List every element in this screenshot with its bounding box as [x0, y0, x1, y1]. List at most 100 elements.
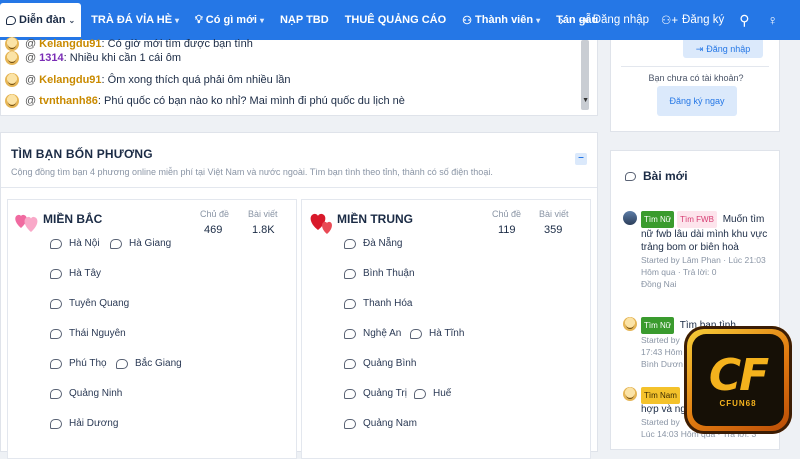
- register-label: Đăng ký: [682, 14, 724, 26]
- subforum-label: Bắc Giang: [135, 358, 182, 369]
- nav-right-group: › ⇥ Đăng nhập ⚇+ Đăng ký ⚲ ♀: [550, 0, 800, 40]
- chat-message: @ Kelangdu91 : Ôm xong thích quá phải ôm…: [5, 70, 291, 90]
- subforum-link[interactable]: Bình Thuận: [344, 268, 415, 279]
- post-meta: Hôm qua · Trả lời: 0: [641, 266, 773, 278]
- search-icon[interactable]: ⚲: [730, 12, 758, 29]
- subforum-link[interactable]: Đà Nẵng: [344, 238, 402, 249]
- new-post-item[interactable]: Tìm NữTìm FWB Muốn tìm nữ fwb lâu dài mì…: [623, 211, 773, 311]
- post-meta: Started by Lâm Phan · Lúc 21:03: [641, 254, 773, 266]
- posts-count: 359: [544, 224, 562, 236]
- new-posts-title[interactable]: Bài mới: [625, 169, 688, 183]
- register-link[interactable]: ⚇+ Đăng ký: [655, 0, 730, 40]
- chat-icon: [50, 419, 62, 429]
- subforum-label: Phú Thọ: [69, 358, 107, 369]
- subforum-label: Quảng Nam: [363, 418, 417, 429]
- subforum-link[interactable]: Hà Giang: [110, 238, 171, 249]
- chat-icon: [50, 389, 62, 399]
- find-friends-section: TÌM BẠN BỐN PHƯƠNG Cộng đồng tìm bạn 4 p…: [0, 132, 598, 452]
- chat-icon: [50, 239, 62, 249]
- scroll-down-icon[interactable]: ▼: [582, 97, 589, 104]
- smiley-icon: [5, 94, 19, 108]
- nav-advertise-label: THUÊ QUẢNG CÁO: [345, 14, 446, 26]
- avatar: [623, 211, 637, 225]
- subforum-link[interactable]: Bắc Giang: [116, 358, 182, 369]
- chat-icon: [414, 389, 426, 399]
- subforum-link[interactable]: Huế: [414, 388, 451, 399]
- region-title[interactable]: MIỀN BẮC: [43, 212, 102, 226]
- region-title[interactable]: MIỀN TRUNG: [337, 212, 413, 226]
- subforum-link[interactable]: Hải Dương: [50, 418, 118, 429]
- hearts-icon: [306, 206, 336, 236]
- nav-forums[interactable]: Diễn đàn ⌄: [0, 3, 81, 37]
- collapse-button[interactable]: –: [575, 153, 587, 165]
- subforum-link[interactable]: Quảng Bình: [344, 358, 416, 369]
- prefix-tag[interactable]: Tìm Nữ: [641, 211, 674, 228]
- subforum-link[interactable]: Thanh Hóa: [344, 298, 412, 309]
- chat-message: @ 1314 : Nhiều khi cần 1 cái ôm: [5, 48, 181, 68]
- avatar: [623, 317, 637, 331]
- nav-members[interactable]: ⚇ Thành viên ▾: [454, 0, 548, 40]
- login-icon: ⇥: [696, 44, 704, 55]
- threads-count: 469: [204, 224, 222, 236]
- subforum-label: Hà Tây: [69, 268, 101, 279]
- region-card-central: MIỀN TRUNG Chủ đề 119 Bài viết 359 Đà Nẵ…: [301, 199, 591, 459]
- chat-icon: [344, 329, 356, 339]
- prefix-tag[interactable]: Tìm Nữ: [641, 317, 674, 334]
- prefix-tag[interactable]: Tìm FWB: [677, 211, 717, 228]
- chevron-right-icon[interactable]: ›: [550, 12, 573, 28]
- chat-icon: [50, 359, 62, 369]
- subforum-link[interactable]: Quảng Trị: [344, 388, 407, 399]
- subforum-label: Đà Nẵng: [363, 238, 402, 249]
- section-title[interactable]: TÌM BẠN BỐN PHƯƠNG: [11, 147, 153, 161]
- threads-count: 119: [498, 224, 516, 236]
- subforum-label: Thanh Hóa: [363, 298, 412, 309]
- logo-inner: CF CFUN68: [692, 334, 784, 426]
- post-forum[interactable]: Đồng Nai: [641, 278, 773, 290]
- chat-icon: [344, 389, 356, 399]
- subforum-label: Nghệ An: [363, 328, 401, 339]
- subforum-link[interactable]: Quảng Nam: [344, 418, 417, 429]
- posts-label: Bài viết: [539, 209, 569, 219]
- divider: [621, 66, 769, 67]
- chat-icon: [110, 239, 122, 249]
- chat-icon: [6, 16, 16, 25]
- at-sign: @: [25, 74, 36, 86]
- subforum-link[interactable]: Hà Tây: [50, 268, 101, 279]
- subforum-link[interactable]: Thái Nguyên: [50, 328, 126, 339]
- smiley-icon: [5, 73, 19, 87]
- chat-icon: [344, 239, 356, 249]
- nav-advertise[interactable]: THUÊ QUẢNG CÁO: [337, 0, 454, 40]
- caret-down-icon: ▾: [175, 16, 179, 25]
- smiley-icon: [5, 51, 19, 65]
- at-sign: @: [25, 95, 36, 107]
- subforum-label: Tuyên Quang: [69, 298, 129, 309]
- chat-username[interactable]: tvnthanh86: [39, 95, 98, 107]
- nav-whats-new-label: Có gì mới: [206, 14, 257, 26]
- chat-icon: [116, 359, 128, 369]
- subforum-label: Hà Tĩnh: [429, 328, 464, 339]
- sidebar-register-button[interactable]: Đăng ký ngay: [657, 86, 737, 116]
- subforum-link[interactable]: Quảng Ninh: [50, 388, 122, 399]
- prefix-tag[interactable]: Tìm Nam: [641, 387, 680, 404]
- sidebar-login-button[interactable]: ⇥ Đăng nhập: [683, 40, 763, 58]
- subforum-link[interactable]: Nghệ An: [344, 328, 401, 339]
- subforum-link[interactable]: Hà Nội: [50, 238, 100, 249]
- chat-username[interactable]: Kelangdu91: [39, 74, 101, 86]
- nav-nap-tbd[interactable]: NẠP TBD: [272, 0, 337, 40]
- divider: [1, 187, 597, 188]
- login-link[interactable]: ⇥ Đăng nhập: [573, 0, 655, 40]
- members-icon: ⚇: [462, 14, 472, 27]
- caret-down-icon: ▾: [260, 16, 264, 25]
- nav-tra-da-label: TRÀ ĐÁ VỈA HÈ: [91, 14, 172, 26]
- subforum-link[interactable]: Tuyên Quang: [50, 298, 129, 309]
- login-label: Đăng nhập: [593, 14, 649, 26]
- lightbulb-icon: 💡︎: [195, 14, 203, 27]
- subforum-label: Hà Nội: [69, 238, 100, 249]
- subforum-label: Quảng Ninh: [69, 388, 122, 399]
- caret-down-icon: ▾: [536, 16, 540, 25]
- subforum-link[interactable]: Phú Thọ: [50, 358, 107, 369]
- subforum-link[interactable]: Hà Tĩnh: [410, 328, 464, 339]
- lightbulb-icon[interactable]: ♀: [759, 12, 800, 28]
- logo-text: CF: [709, 353, 767, 399]
- chat-username[interactable]: 1314: [39, 52, 63, 64]
